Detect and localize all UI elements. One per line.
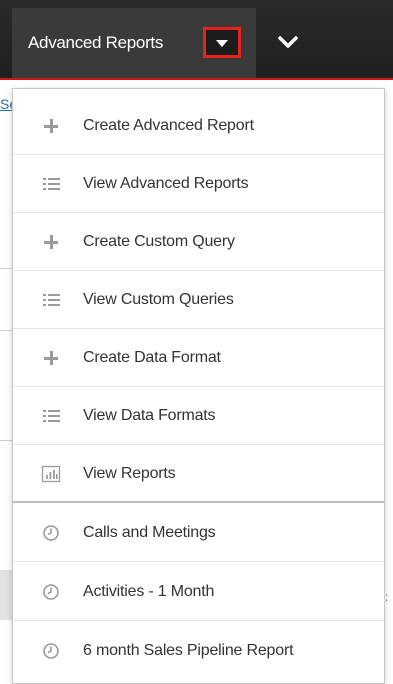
module-dropdown-button[interactable] <box>203 27 241 58</box>
menu-item-label: 6 month Sales Pipeline Report <box>83 642 294 659</box>
caret-down-icon <box>216 40 228 47</box>
background-divider <box>0 440 12 441</box>
clock-icon <box>43 643 59 659</box>
menu-item-create-advanced-report[interactable]: Create Advanced Report <box>13 97 384 155</box>
plus-icon <box>44 119 58 133</box>
nav-accent-line <box>0 78 393 80</box>
menu-item-create-custom-query[interactable]: Create Custom Query <box>13 213 384 271</box>
background-divider <box>0 268 12 269</box>
menu-item-view-custom-queries[interactable]: View Custom Queries <box>13 271 384 329</box>
menu-item-recent-calls-and-meetings[interactable]: Calls and Meetings <box>13 504 384 562</box>
menu-item-view-reports[interactable]: View Reports <box>13 445 384 503</box>
plus-icon <box>44 351 58 365</box>
clock-icon <box>43 584 59 600</box>
list-icon <box>43 294 60 306</box>
bar-chart-icon <box>41 465 61 483</box>
menu-item-label: Calls and Meetings <box>83 524 216 541</box>
module-dropdown-menu: Create Advanced Report View Advanced Rep… <box>12 88 385 684</box>
menu-item-label: Create Custom Query <box>83 233 235 250</box>
menu-item-label: View Custom Queries <box>83 291 234 308</box>
menu-item-label: Activities - 1 Month <box>83 583 215 600</box>
menu-item-label: Create Data Format <box>83 349 221 366</box>
list-icon <box>43 410 60 422</box>
background-text-fragment: : <box>385 590 389 604</box>
menu-item-label: View Advanced Reports <box>83 175 249 192</box>
clock-icon <box>43 525 59 541</box>
menu-item-view-data-formats[interactable]: View Data Formats <box>13 387 384 445</box>
plus-icon <box>44 235 58 249</box>
menu-item-view-advanced-reports[interactable]: View Advanced Reports <box>13 155 384 213</box>
module-tab-label[interactable]: Advanced Reports <box>28 33 163 53</box>
background-block <box>0 570 12 620</box>
menu-item-recent-6-month-sales-pipeline[interactable]: 6 month Sales Pipeline Report <box>13 622 384 680</box>
background-divider <box>0 330 12 331</box>
top-navigation-bar: Advanced Reports <box>0 0 393 80</box>
menu-item-label: View Data Formats <box>83 407 216 424</box>
menu-item-label: Create Advanced Report <box>83 117 254 134</box>
chevron-down-icon[interactable] <box>276 30 300 54</box>
menu-item-label: View Reports <box>83 465 176 482</box>
menu-item-create-data-format[interactable]: Create Data Format <box>13 329 384 387</box>
list-icon <box>43 178 60 190</box>
menu-item-recent-activities-1-month[interactable]: Activities - 1 Month <box>13 563 384 621</box>
